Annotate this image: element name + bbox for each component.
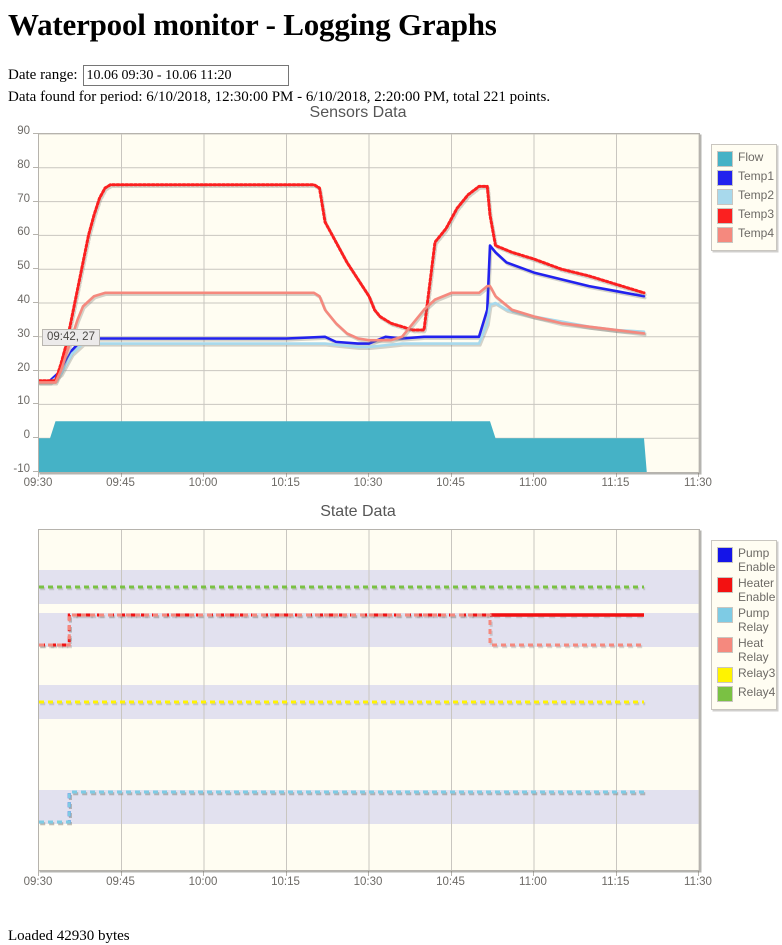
state-chart-title: State Data [320,503,396,520]
state-x-tick: 09:30 [23,876,53,888]
sensors-y-tick: 30 [17,327,30,340]
state-x-tick: 10:15 [271,876,300,888]
legend-swatch-icon [717,686,733,702]
date-range-input[interactable] [82,65,289,86]
state-x-tickmark [203,871,204,876]
sensors-y-tick: 90 [17,125,30,137]
loaded-bytes-status: Loaded 42930 bytes [8,928,130,944]
legend-item-pump-enable[interactable]: Pump Enable [717,546,775,574]
legend-swatch-icon [717,227,733,243]
legend-label: Pump Enable [738,546,776,574]
state-x-tickmark [38,871,39,876]
legend-item-temp2[interactable]: Temp2 [717,188,775,205]
legend-swatch-icon [717,637,733,653]
legend-label: Temp3 [738,207,775,221]
sensors-y-tick: 0 [23,429,30,442]
state-x-tick: 11:15 [601,876,630,888]
state-x-tickmark [615,871,617,876]
sensors-y-tick: 20 [17,361,30,374]
sensors-y-tick: -10 [13,463,30,475]
sensors-tooltip: 09:42, 27 [42,329,100,346]
state-x-tickmark [120,871,122,876]
sensors-x-tick: 11:30 [684,477,712,489]
sensors-y-tick: 80 [17,158,30,171]
state-x-tickmark [533,871,534,876]
sensors-y-tick: 60 [17,226,30,239]
legend-label: Relay3 [738,666,776,680]
legend-swatch-icon [717,577,733,593]
sensors-y-tick: 50 [17,260,30,273]
sensors-x-tick: 09:45 [106,477,135,489]
state-x-tick: 09:45 [106,876,135,888]
legend-item-temp1[interactable]: Temp1 [717,169,775,186]
state-plot-svg [39,530,699,870]
sensors-x-tick: 11:15 [601,477,630,489]
legend-swatch-icon [717,151,733,167]
sensors-data-chart: Sensors Data -10 0 10 20 30 40 50 60 70 80 90 09:3… [0,104,782,499]
state-x-tickmark [698,871,699,876]
legend-item-relay4[interactable]: Relay4 [717,685,775,702]
legend-label: Temp1 [738,169,775,183]
legend-item-heat-relay[interactable]: Heat Relay [717,636,771,664]
legend-item-heater-enable[interactable]: Heater Enable [717,576,775,604]
legend-item-flow[interactable]: Flow [717,150,771,167]
state-plot-area [38,529,700,871]
legend-swatch-icon [717,667,733,683]
sensors-x-tick: 10:30 [353,477,383,489]
state-legend: Pump Enable Heater Enable Pump Relay Heat R… [711,540,777,710]
legend-swatch-icon [717,547,733,563]
sensors-x-tick: 11:00 [519,477,547,489]
legend-label: Pump Relay [738,606,770,634]
sensors-plot-svg [39,134,699,472]
sensors-y-tick: 40 [17,294,30,306]
legend-label: Heater Enable [738,576,776,604]
legend-item-temp3[interactable]: Temp3 [717,207,775,224]
legend-label: Flow [738,150,764,164]
sensors-x-tick: 10:45 [436,477,465,489]
legend-swatch-icon [717,170,733,186]
page-title: Waterpool monitor - Logging Graphs [8,7,497,42]
sensors-y-tick: 70 [17,192,30,205]
legend-label: Heat Relay [738,636,769,664]
state-x-tick: 11:30 [684,876,712,888]
state-x-tick: 10:30 [353,876,383,888]
state-x-tickmark [285,871,287,876]
legend-label: Temp2 [738,188,775,202]
controls-panel: Date range: Data found for period: 6/10/… [8,65,782,106]
legend-label: Temp4 [738,226,775,240]
state-x-tick: 11:00 [519,876,547,888]
legend-label: Relay4 [738,685,776,699]
sensors-x-tick: 10:00 [188,477,218,489]
date-range-row: Date range: [8,65,782,86]
sensors-x-tick: 10:15 [271,477,300,489]
legend-swatch-icon [717,607,733,623]
sensors-y-tick: 10 [17,395,30,408]
sensors-plot-area [38,133,700,473]
legend-swatch-icon [717,189,733,205]
state-x-tickmark [368,871,369,876]
legend-swatch-icon [717,208,733,224]
sensors-chart-title: Sensors Data [309,104,407,121]
state-x-tick: 10:45 [436,876,465,888]
sensors-x-tick: 09:30 [23,477,53,489]
sensors-legend: Flow Temp1 Temp2 Temp3 Temp4 [711,144,777,251]
legend-item-relay3[interactable]: Relay3 [717,666,775,683]
state-x-tick: 10:00 [188,876,218,888]
legend-item-pump-relay[interactable]: Pump Relay [717,606,771,634]
date-range-label: Date range: [8,67,78,83]
state-x-tickmark [450,871,452,876]
legend-item-temp4[interactable]: Temp4 [717,226,775,243]
state-data-chart: State Data 09:30 09:45 10:00 10:15 10:30 10:4… [0,503,782,903]
